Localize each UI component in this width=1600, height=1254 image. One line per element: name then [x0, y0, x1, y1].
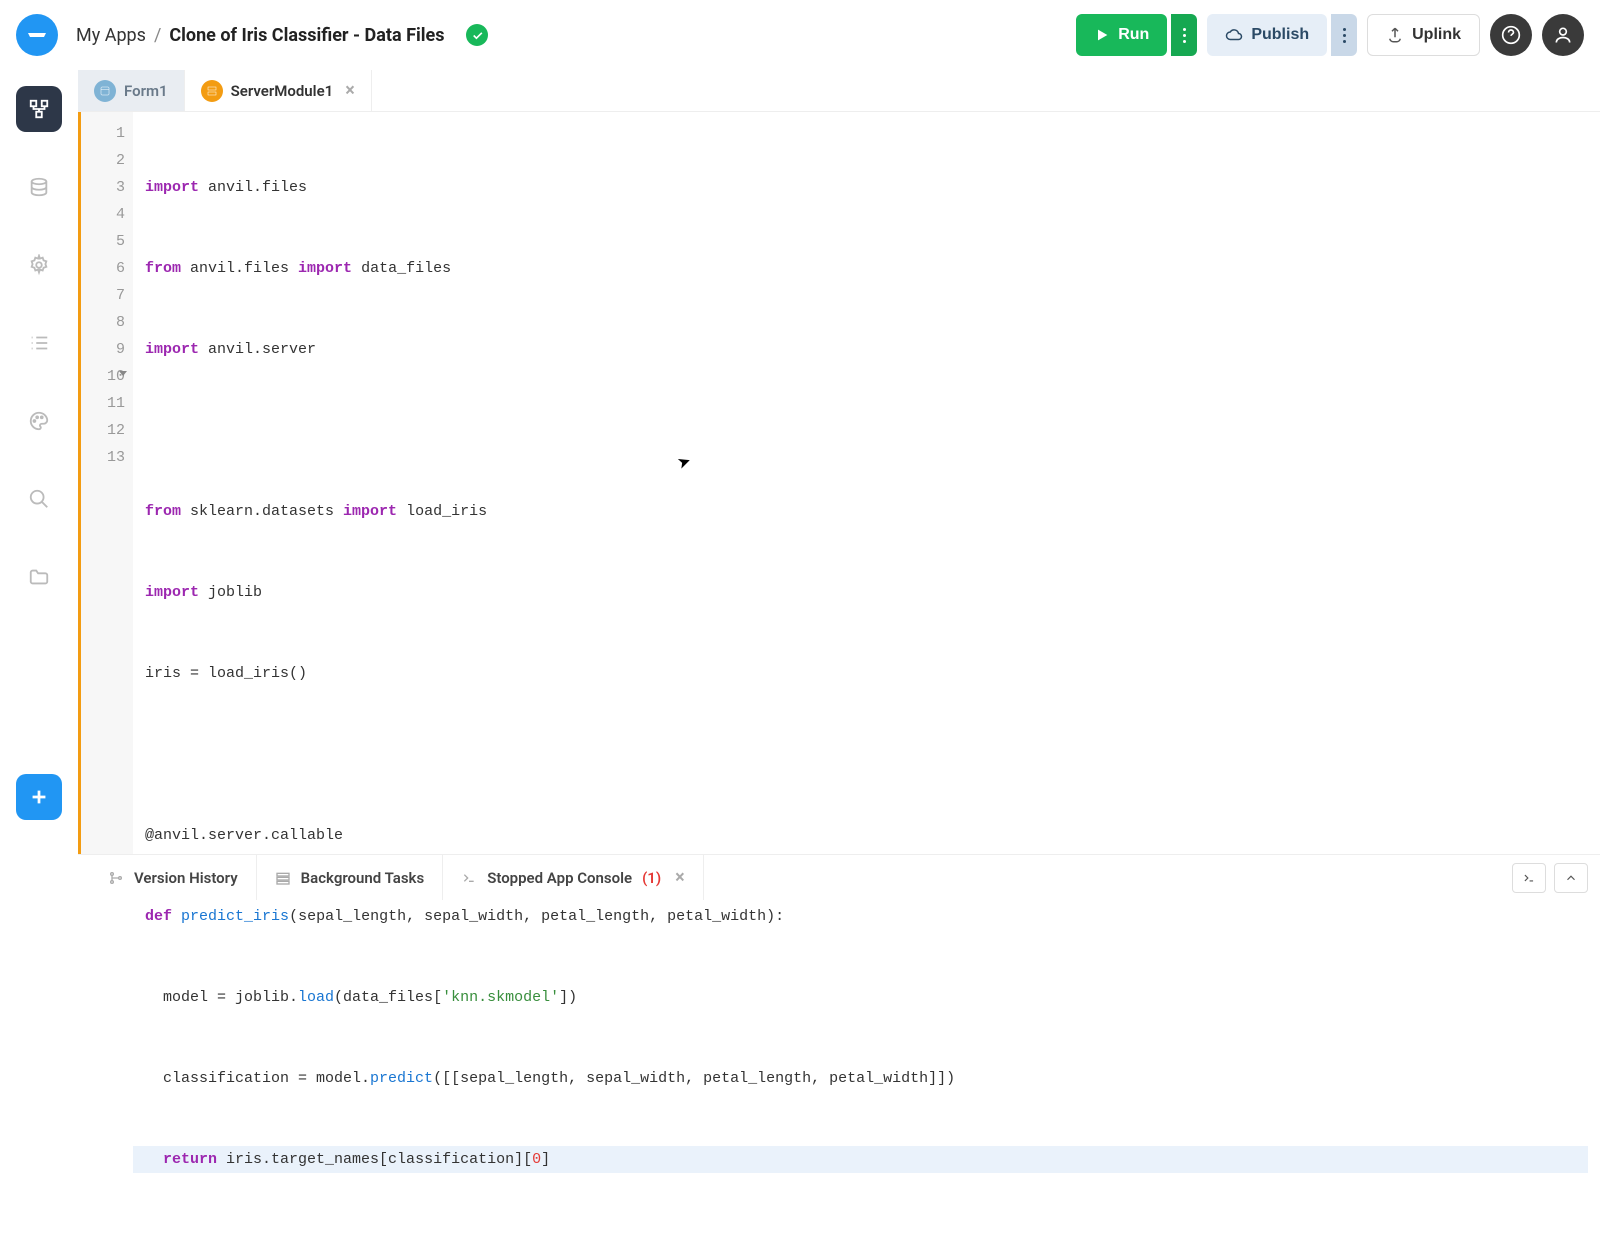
- list-icon: [28, 332, 50, 354]
- kebab-icon: [1343, 28, 1346, 43]
- nav-files[interactable]: [16, 554, 62, 600]
- nav-app-structure[interactable]: [16, 86, 62, 132]
- nav-add[interactable]: [16, 774, 62, 820]
- gear-icon: [28, 254, 50, 276]
- run-button[interactable]: Run: [1076, 14, 1167, 56]
- close-icon[interactable]: ×: [345, 80, 355, 101]
- publish-more-button[interactable]: [1331, 14, 1357, 56]
- help-icon: [1501, 25, 1521, 45]
- nav-data[interactable]: [16, 164, 62, 210]
- server-icon: [201, 80, 223, 102]
- code-content[interactable]: import anvil.files from anvil.files impo…: [133, 112, 1600, 854]
- plus-icon: [28, 786, 50, 808]
- help-button[interactable]: [1490, 14, 1532, 56]
- database-icon: [28, 176, 50, 198]
- breadcrumb: My Apps / Clone of Iris Classifier - Dat…: [76, 25, 444, 46]
- publish-button[interactable]: Publish: [1207, 14, 1327, 56]
- cloud-icon: [1225, 26, 1243, 44]
- run-label: Run: [1118, 26, 1149, 44]
- file-tabs: Form1 ServerModule1 ×: [78, 70, 1600, 112]
- tab-servermodule1[interactable]: ServerModule1 ×: [185, 70, 372, 111]
- tab-label: ServerModule1: [231, 82, 334, 100]
- run-more-button[interactable]: [1171, 14, 1197, 56]
- status-ok-icon: [466, 24, 488, 46]
- code-editor[interactable]: 1 2 3 4 5 6 7 8 9 10 11 12 13 import anv…: [78, 112, 1600, 854]
- line-gutter: 1 2 3 4 5 6 7 8 9 10 11 12 13: [81, 112, 133, 854]
- palette-icon: [28, 410, 50, 432]
- mouse-cursor-icon: ➤: [674, 449, 696, 479]
- nav-settings[interactable]: [16, 242, 62, 288]
- uplink-button[interactable]: Uplink: [1367, 14, 1480, 56]
- kebab-icon: [1183, 28, 1186, 43]
- folder-icon: [28, 566, 50, 588]
- account-button[interactable]: [1542, 14, 1584, 56]
- nav-search[interactable]: [16, 476, 62, 522]
- search-icon: [28, 488, 50, 510]
- tree-icon: [28, 98, 50, 120]
- main: Form1 ServerModule1 × 1 2 3 4 5 6 7 8 9: [0, 70, 1600, 900]
- nav-theme[interactable]: [16, 398, 62, 444]
- tab-label: Form1: [124, 82, 168, 100]
- breadcrumb-my-apps[interactable]: My Apps: [76, 25, 146, 46]
- fold-icon[interactable]: [119, 371, 127, 376]
- anvil-logo[interactable]: [16, 14, 58, 56]
- uplink-label: Uplink: [1412, 26, 1461, 44]
- editor-area: Form1 ServerModule1 × 1 2 3 4 5 6 7 8 9: [78, 70, 1600, 900]
- uplink-icon: [1386, 26, 1404, 44]
- publish-label: Publish: [1251, 26, 1309, 44]
- breadcrumb-separator: /: [154, 25, 161, 46]
- side-nav: [0, 70, 78, 900]
- tab-form1[interactable]: Form1: [78, 70, 185, 111]
- topbar: My Apps / Clone of Iris Classifier - Dat…: [0, 0, 1600, 70]
- nav-tasks[interactable]: [16, 320, 62, 366]
- branch-icon: [108, 870, 124, 886]
- play-icon: [1094, 27, 1110, 43]
- breadcrumb-app-name[interactable]: Clone of Iris Classifier - Data Files: [169, 25, 444, 46]
- user-icon: [1553, 25, 1573, 45]
- form-icon: [94, 80, 116, 102]
